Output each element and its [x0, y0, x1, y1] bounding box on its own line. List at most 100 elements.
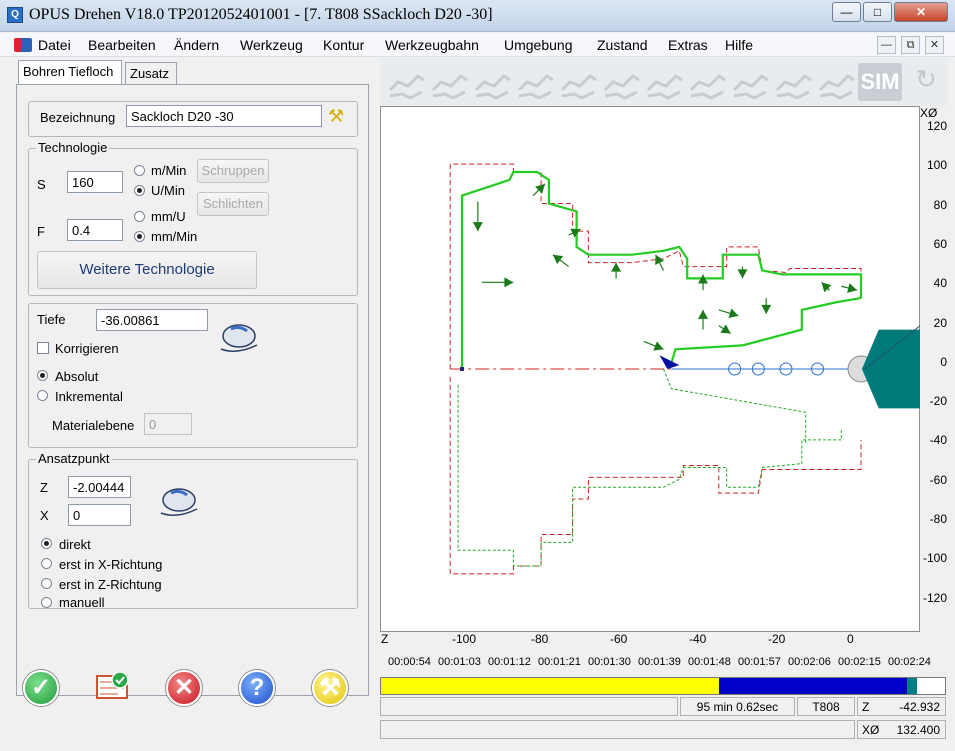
- menu-extras[interactable]: Extras: [668, 37, 708, 53]
- force-arrowhead: [504, 277, 514, 288]
- y-tick-label: 0: [940, 354, 947, 369]
- menu-bearbeiten[interactable]: Bearbeiten: [88, 37, 156, 53]
- progress-segment-done: [381, 678, 719, 694]
- menu-werkzeug[interactable]: Werkzeug: [240, 37, 303, 53]
- wrench-icon[interactable]: ⚒: [328, 106, 348, 128]
- finish-contour-mirror: [457, 384, 842, 567]
- apply-button[interactable]: [94, 668, 134, 708]
- menu-zustand[interactable]: Zustand: [597, 37, 648, 53]
- menu-datei[interactable]: Datei: [38, 37, 71, 53]
- y-tick-label: 120: [926, 119, 947, 133]
- sim-button[interactable]: SIM: [858, 63, 902, 101]
- status-empty: [380, 697, 678, 716]
- schruppen-button[interactable]: Schruppen: [197, 159, 269, 183]
- menu-umgebung[interactable]: Umgebung: [504, 37, 573, 53]
- rotate-icon[interactable]: ↻: [908, 64, 944, 102]
- direkt-label: direkt: [59, 537, 91, 552]
- status-z-label: Z: [862, 700, 870, 714]
- x-tick-label: -20: [768, 632, 786, 646]
- timeline-label: 00:00:54: [388, 656, 431, 668]
- menu-aendern[interactable]: Ändern: [174, 37, 219, 53]
- ok-button[interactable]: ✓: [23, 670, 59, 706]
- f-unit-mm-u-radio[interactable]: [134, 211, 145, 222]
- z-label: Z: [40, 480, 48, 495]
- tab-zusatz[interactable]: Zusatz: [125, 62, 177, 85]
- weitere-technologie-button[interactable]: Weitere Technologie: [37, 251, 257, 289]
- x-input[interactable]: [68, 504, 131, 526]
- mdi-restore-button[interactable]: ⧉: [901, 36, 920, 54]
- mdi-close-button[interactable]: ✕: [925, 36, 944, 54]
- close-button[interactable]: ✕: [894, 2, 948, 22]
- tiefe-input[interactable]: [96, 309, 208, 331]
- s-unit-u-min-radio[interactable]: [134, 185, 145, 196]
- force-arrowhead: [728, 308, 739, 319]
- f-unit-mm-min-radio[interactable]: [134, 231, 145, 242]
- maximize-button[interactable]: □: [863, 2, 892, 22]
- timeline-label: 00:01:12: [488, 656, 531, 668]
- x-tick-label: 0: [847, 632, 854, 646]
- x-tick-label: -40: [689, 632, 707, 646]
- app-icon[interactable]: Q: [7, 7, 23, 23]
- y-tick-label: -40: [929, 433, 947, 448]
- timeline-label: 00:01:57: [738, 656, 781, 668]
- force-arrowhead: [761, 304, 772, 314]
- erst-x-radio[interactable]: [41, 558, 52, 569]
- manuell-radio[interactable]: [41, 597, 52, 608]
- absolut-label: Absolut: [55, 369, 99, 384]
- korrigieren-checkbox[interactable]: [37, 342, 49, 354]
- f-input[interactable]: [67, 219, 123, 241]
- face-icon: [431, 74, 468, 100]
- y-axis-label: XØ: [920, 106, 938, 120]
- minimize-button[interactable]: —: [832, 2, 861, 22]
- s-input[interactable]: [67, 171, 123, 193]
- simulation-progress-bar[interactable]: [380, 677, 946, 695]
- mouse-icon[interactable]: [157, 485, 199, 519]
- y-tick-label: 20: [933, 315, 947, 330]
- force-arrowhead: [698, 309, 708, 319]
- s-unit-m-min-radio[interactable]: [134, 165, 145, 176]
- title-bar: Q OPUS Drehen V18.0 TP2012052401001 - [7…: [0, 0, 955, 32]
- f-unit-mm-u-label: mm/U: [151, 209, 186, 224]
- s-unit-m-min-label: m/Min: [151, 163, 187, 178]
- graphics-canvas[interactable]: [380, 106, 921, 632]
- x-axis-label: Z: [381, 632, 389, 646]
- thread-icon: [603, 74, 640, 100]
- menu-hilfe[interactable]: Hilfe: [725, 37, 753, 53]
- menu-kontur[interactable]: Kontur: [323, 37, 364, 53]
- erst-x-label: erst in X-Richtung: [59, 557, 163, 572]
- y-tick-label: 80: [933, 197, 947, 212]
- inkremental-radio[interactable]: [37, 390, 48, 401]
- help-button[interactable]: ?: [239, 670, 275, 706]
- timeline-label: 00:02:06: [788, 656, 831, 668]
- z-input[interactable]: [68, 476, 131, 498]
- materialebene-input[interactable]: [144, 413, 192, 435]
- progress-marker: [907, 678, 917, 694]
- tab-bohren-tiefloch[interactable]: Bohren Tiefloch: [18, 60, 122, 85]
- bezeichnung-label: Bezeichnung: [40, 110, 116, 125]
- left-panel: Bohren Tiefloch Zusatz Bezeichnung ⚒ Tec…: [0, 58, 378, 751]
- document-icon[interactable]: [14, 38, 32, 52]
- bezeichnung-input[interactable]: [126, 105, 322, 127]
- korrigieren-label: Korrigieren: [55, 341, 119, 356]
- timeline: 00:00:54 00:01:03 00:01:12 00:01:21 00:01:30…: [378, 653, 955, 673]
- mdi-minimize-button[interactable]: —: [877, 36, 896, 54]
- mouse-icon[interactable]: [217, 321, 259, 355]
- tool-icon: [732, 74, 769, 100]
- schlichten-button[interactable]: Schlichten: [197, 192, 269, 216]
- force-arrowhead: [821, 282, 832, 293]
- bore-icon: [689, 74, 726, 100]
- tool-position-marker: [659, 355, 680, 369]
- cancel-button[interactable]: ✕: [166, 670, 202, 706]
- s-unit-u-min-label: U/Min: [151, 183, 185, 198]
- absolut-radio[interactable]: [37, 370, 48, 381]
- erst-z-radio[interactable]: [41, 578, 52, 589]
- status-z: Z -42.932: [857, 697, 946, 716]
- x-tick-label: -80: [531, 632, 549, 646]
- wrench-settings-button[interactable]: ⚒: [312, 670, 348, 706]
- direkt-radio[interactable]: [41, 538, 52, 549]
- groove-icon: [474, 74, 511, 100]
- contour-view: [449, 163, 921, 575]
- force-arrowhead: [552, 254, 564, 265]
- s-label: S: [37, 177, 46, 192]
- menu-werkzeugbahn[interactable]: Werkzeugbahn: [385, 37, 479, 53]
